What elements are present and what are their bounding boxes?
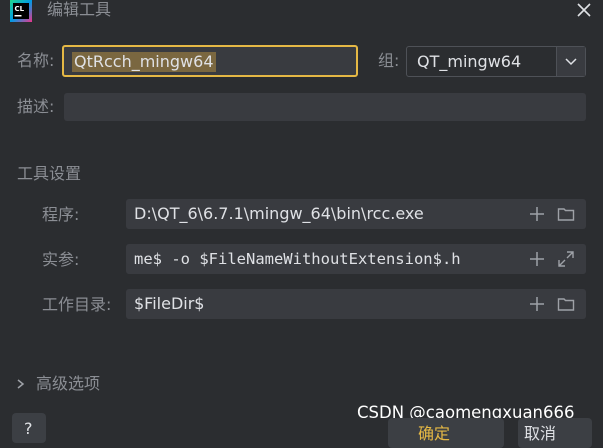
ok-button-label: 确定 <box>418 424 451 443</box>
group-select-value: QT_mingw64 <box>417 52 522 71</box>
clion-logo-icon: CL <box>10 0 32 22</box>
help-button-label: ? <box>24 419 33 438</box>
chevron-down-icon <box>565 58 577 66</box>
group-select[interactable]: QT_mingw64 <box>406 46 586 77</box>
name-input-value: QtRcch_mingw64 <box>72 52 216 72</box>
advanced-options-label: 高级选项 <box>36 374 101 393</box>
program-input[interactable]: D:\QT_6\6.7.1\mingw_64\bin\rcc.exe <box>126 199 586 229</box>
window-title: 编辑工具 <box>47 0 112 19</box>
arguments-input[interactable]: me$ -o $FileNameWithoutExtension$.h <box>126 244 586 274</box>
workdir-input[interactable]: $FileDir$ <box>126 289 586 319</box>
cancel-button[interactable]: 取消 <box>518 418 592 448</box>
close-icon[interactable] <box>574 0 594 20</box>
folder-icon[interactable] <box>557 295 575 313</box>
advanced-options-toggle[interactable]: 高级选项 <box>14 373 134 395</box>
workdir-label: 工作目录: <box>42 295 112 314</box>
chevron-right-icon <box>17 379 25 389</box>
description-input[interactable] <box>64 93 586 121</box>
ok-button[interactable]: 确定 <box>388 418 504 448</box>
cancel-button-label: 取消 <box>524 424 557 443</box>
svg-text:CL: CL <box>15 5 25 13</box>
workdir-input-value: $FileDir$ <box>134 294 205 313</box>
add-macro-icon[interactable] <box>528 250 546 268</box>
add-icon[interactable] <box>528 295 546 313</box>
arguments-label: 实参: <box>42 250 80 269</box>
program-input-value: D:\QT_6\6.7.1\mingw_64\bin\rcc.exe <box>134 204 424 223</box>
add-icon[interactable] <box>528 205 546 223</box>
name-label: 名称: <box>17 51 55 70</box>
title-bar: CL 编辑工具 <box>0 0 603 24</box>
group-dropdown-button[interactable] <box>556 47 585 76</box>
group-label: 组: <box>378 51 400 70</box>
folder-icon[interactable] <box>557 205 575 223</box>
program-label: 程序: <box>42 205 80 224</box>
expand-icon[interactable] <box>557 250 575 268</box>
description-label: 描述: <box>17 97 55 116</box>
arguments-input-value: me$ -o $FileNameWithoutExtension$.h <box>134 250 461 268</box>
help-button[interactable]: ? <box>12 413 46 443</box>
name-input[interactable]: QtRcch_mingw64 <box>62 45 358 77</box>
tool-settings-title: 工具设置 <box>17 164 82 183</box>
